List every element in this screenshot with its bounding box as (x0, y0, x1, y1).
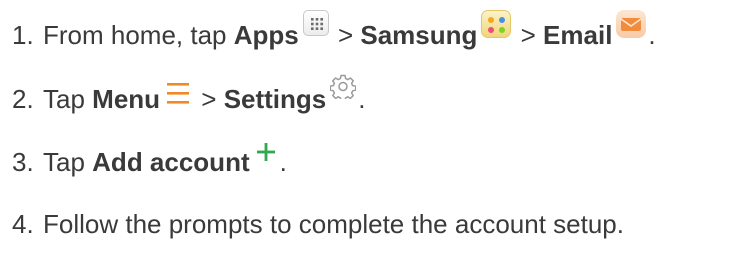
email-label: Email (543, 20, 613, 50)
step-text: Tap (43, 147, 93, 177)
apps-label: Apps (233, 20, 299, 50)
separator: > (513, 20, 544, 50)
step-number: 4. (12, 209, 34, 239)
separator: > (330, 20, 361, 50)
step-end: . (648, 20, 656, 50)
step-number: 2. (12, 84, 34, 114)
settings-label: Settings (223, 84, 327, 114)
add-account-label: Add account (92, 147, 250, 177)
step-number: 1. (12, 20, 34, 50)
step-1: 1. From home, tap Apps > Samsung > Email… (12, 10, 656, 58)
samsung-label: Samsung (360, 20, 478, 50)
separator: > (194, 84, 224, 114)
plus-icon (254, 140, 278, 164)
email-envelope-icon (616, 10, 647, 38)
step-text: Follow the prompts to complete the accou… (43, 209, 624, 239)
step-text: Tap (43, 84, 93, 114)
menu-label: Menu (92, 84, 161, 114)
step-4: 4. Follow the prompts to complete the acc… (12, 207, 624, 247)
step-end: . (358, 84, 366, 114)
samsung-folder-icon (481, 10, 512, 38)
apps-grid-icon (302, 10, 329, 36)
gear-icon (330, 73, 357, 99)
step-2: 2. Tap Menu > Settings . (12, 74, 366, 122)
menu-lines-icon (164, 79, 192, 109)
step-end: . (279, 147, 287, 177)
step-number: 3. (12, 147, 34, 177)
step-text: From home, tap (43, 20, 234, 50)
instruction-steps: 1. From home, tap Apps > Samsung > Email… (0, 0, 747, 260)
step-3: 3. Tap Add account . (12, 143, 287, 185)
